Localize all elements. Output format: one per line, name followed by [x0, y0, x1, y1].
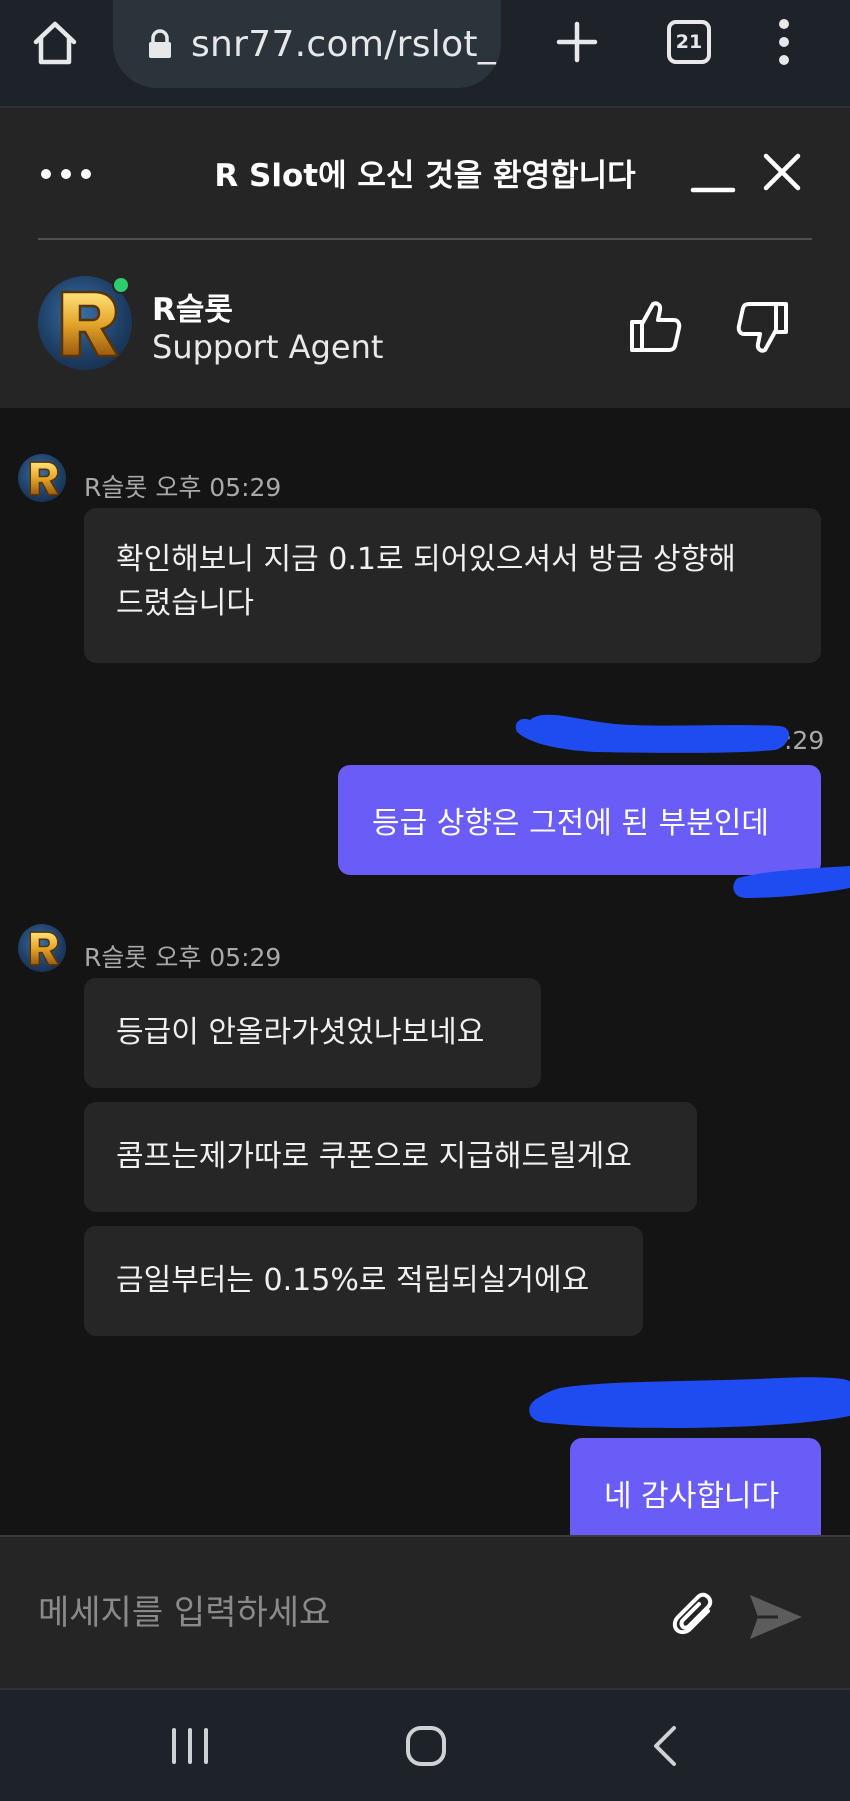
r-logo-icon — [29, 461, 61, 496]
agent-name: R슬롯 — [152, 292, 233, 328]
agent-small-avatar — [18, 454, 66, 502]
user-message-bubble: 네 감사합니다 — [570, 1438, 821, 1535]
message-text: 드렸습니다 — [116, 586, 254, 621]
header-divider — [38, 238, 812, 240]
agent-message-bubble: 등급이 안올라가셧었나보네요 — [84, 978, 541, 1088]
recents-icon[interactable] — [168, 1726, 212, 1766]
agent-role: Support Agent — [152, 328, 384, 366]
close-icon[interactable] — [762, 152, 802, 192]
browser-toolbar: snr77.com/rslot_ 21 — [0, 0, 850, 108]
message-text: 금일부터는 0.15%로 적립되실거에요 — [116, 1263, 590, 1298]
address-bar[interactable]: snr77.com/rslot_ — [113, 0, 501, 88]
tab-count: 21 — [675, 31, 703, 53]
minimize-icon[interactable] — [690, 158, 736, 194]
url-text: snr77.com/rslot_ — [191, 23, 497, 65]
plus-icon[interactable] — [555, 20, 599, 64]
redaction-scribble — [733, 866, 850, 898]
chat-header: R Slot에 오신 것을 환영합니다 R슬롯 Support Agent — [0, 108, 850, 408]
home-icon[interactable] — [30, 18, 80, 68]
online-status-dot — [112, 276, 130, 294]
redaction-scribble — [529, 1377, 850, 1428]
agent-message-bubble: 금일부터는 0.15%로 적립되실거에요 — [84, 1226, 643, 1336]
agent-message-bubble: 확인해보니 지금 0.1로 되어있으셔서 방금 상향해 드렸습니다 — [84, 508, 821, 663]
lock-icon — [149, 29, 171, 58]
message-text: 확인해보니 지금 0.1로 되어있으셔서 방금 상향해 — [116, 542, 736, 577]
agent-small-avatar — [18, 924, 66, 972]
send-icon[interactable] — [748, 1591, 804, 1643]
system-nav-bar — [0, 1688, 850, 1801]
redaction-scribble — [515, 714, 790, 753]
home-nav-icon[interactable] — [404, 1724, 448, 1768]
message-meta: R슬롯 오후 05:29 — [84, 943, 282, 972]
message-text: 콤프는제가따로 쿠폰으로 지급해드릴게요 — [116, 1139, 632, 1174]
r-logo-icon — [29, 931, 61, 966]
back-icon[interactable] — [650, 1724, 680, 1768]
tabs-icon[interactable]: 21 — [667, 20, 711, 64]
more-vert-icon[interactable] — [774, 18, 794, 66]
message-text: 등급이 안올라가셧었나보네요 — [116, 1015, 485, 1050]
message-text: 등급 상향은 그전에 된 부분인데 — [372, 806, 769, 841]
thumbs-up-icon[interactable] — [628, 298, 682, 354]
paperclip-icon[interactable] — [668, 1589, 722, 1643]
message-meta: R슬롯 오후 05:29 — [84, 473, 282, 502]
message-composer — [0, 1535, 850, 1688]
message-input[interactable] — [38, 1573, 638, 1653]
message-text: 네 감사합니다 — [604, 1479, 780, 1514]
message-list[interactable]: R슬롯 오후 05:29 확인해보니 지금 0.1로 되어있으셔서 방금 상향해… — [0, 408, 850, 1535]
agent-message-bubble: 콤프는제가따로 쿠폰으로 지급해드릴게요 — [84, 1102, 697, 1212]
thumbs-down-icon[interactable] — [736, 300, 790, 356]
